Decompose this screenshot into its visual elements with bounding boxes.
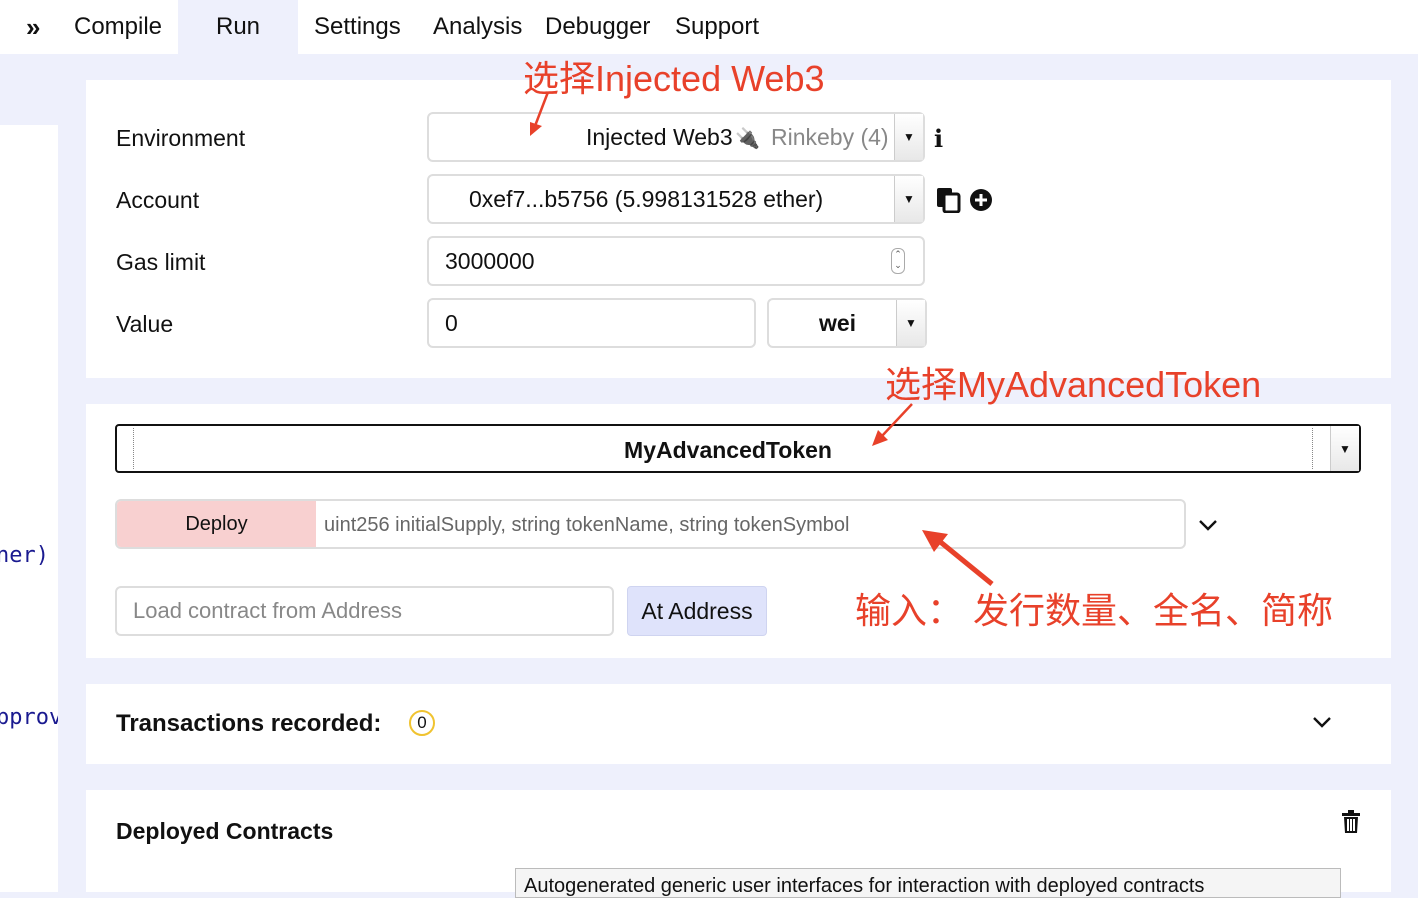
account-select[interactable]: 0xef7...b5756 (5.998131528 ether) ▼	[427, 174, 925, 224]
value-amount: 0	[445, 309, 458, 336]
annotation-input-hint: 输入： 发行数量、全名、简称	[855, 590, 1334, 631]
environment-label: Environment	[116, 125, 246, 151]
value-input[interactable]: 0	[427, 298, 756, 348]
annotation-arrow	[530, 91, 550, 136]
annotation-arrow	[872, 403, 913, 446]
number-stepper-icon[interactable]: ⌃ ⌄	[891, 248, 905, 274]
value-unit-select[interactable]: wei ▼	[767, 298, 927, 348]
value-unit: wei	[819, 309, 857, 336]
plug-icon: 🔌	[735, 128, 760, 150]
tooltip: Autogenerated generic user interfaces fo…	[515, 868, 1341, 898]
chevron-down-icon: ▼	[894, 114, 923, 160]
code-fragment: ner)	[0, 543, 49, 568]
chevron-down-icon: ▼	[896, 300, 925, 346]
gas-limit-label: Gas limit	[116, 249, 206, 275]
deployed-contracts-title: Deployed Contracts	[116, 818, 334, 844]
chevron-down-icon: ▼	[1330, 426, 1359, 471]
contract-name: MyAdvancedToken	[624, 437, 832, 463]
tab-run[interactable]: Run	[178, 0, 298, 54]
account-value: 0xef7...b5756 (5.998131528 ether)	[469, 185, 824, 212]
tab-compile[interactable]: Compile	[60, 0, 178, 54]
tab-support[interactable]: Support	[675, 0, 759, 54]
tab-debugger[interactable]: Debugger	[545, 0, 650, 54]
environment-value: Injected Web3	[586, 123, 733, 150]
annotation-arrow	[922, 530, 994, 586]
annotation-select-token: 选择MyAdvancedToken	[885, 364, 1262, 405]
code-fragment: pprov	[0, 705, 58, 730]
gas-limit-input[interactable]: 3000000 ⌃ ⌄	[427, 236, 925, 286]
transactions-label: Transactions recorded:	[116, 710, 382, 737]
expand-panel-icon[interactable]: »	[26, 14, 40, 40]
network-name: Rinkeby (4)	[771, 123, 889, 150]
chevron-down-icon[interactable]	[1311, 711, 1333, 733]
account-label: Account	[116, 187, 200, 213]
plus-circle-icon[interactable]	[969, 188, 993, 212]
tab-analysis[interactable]: Analysis	[433, 0, 522, 54]
chevron-down-icon: ▼	[894, 176, 923, 222]
chevron-down-icon[interactable]	[1197, 514, 1219, 536]
value-label: Value	[116, 311, 174, 337]
load-address-input[interactable]: Load contract from Address	[115, 586, 614, 636]
copy-icon[interactable]	[936, 187, 962, 214]
tab-settings[interactable]: Settings	[314, 0, 401, 54]
annotation-select-web3: 选择Injected Web3	[523, 58, 825, 99]
gas-limit-value: 3000000	[445, 247, 535, 274]
deploy-params-input[interactable]: uint256 initialSupply, string tokenName,…	[324, 514, 849, 537]
trash-icon[interactable]	[1340, 810, 1362, 834]
code-editor-edge: ner) pprov	[0, 125, 58, 892]
transactions-count-badge: 0	[409, 710, 435, 736]
info-icon[interactable]: i	[934, 124, 943, 153]
deploy-button[interactable]: Deploy	[117, 501, 316, 547]
environment-select[interactable]: Injected Web3 🔌 Rinkeby (4) ▼	[427, 112, 925, 162]
contract-select[interactable]: MyAdvancedToken ▼	[115, 424, 1361, 473]
at-address-button[interactable]: At Address	[627, 586, 767, 636]
deploy-row: Deploy uint256 initialSupply, string tok…	[115, 499, 1186, 549]
